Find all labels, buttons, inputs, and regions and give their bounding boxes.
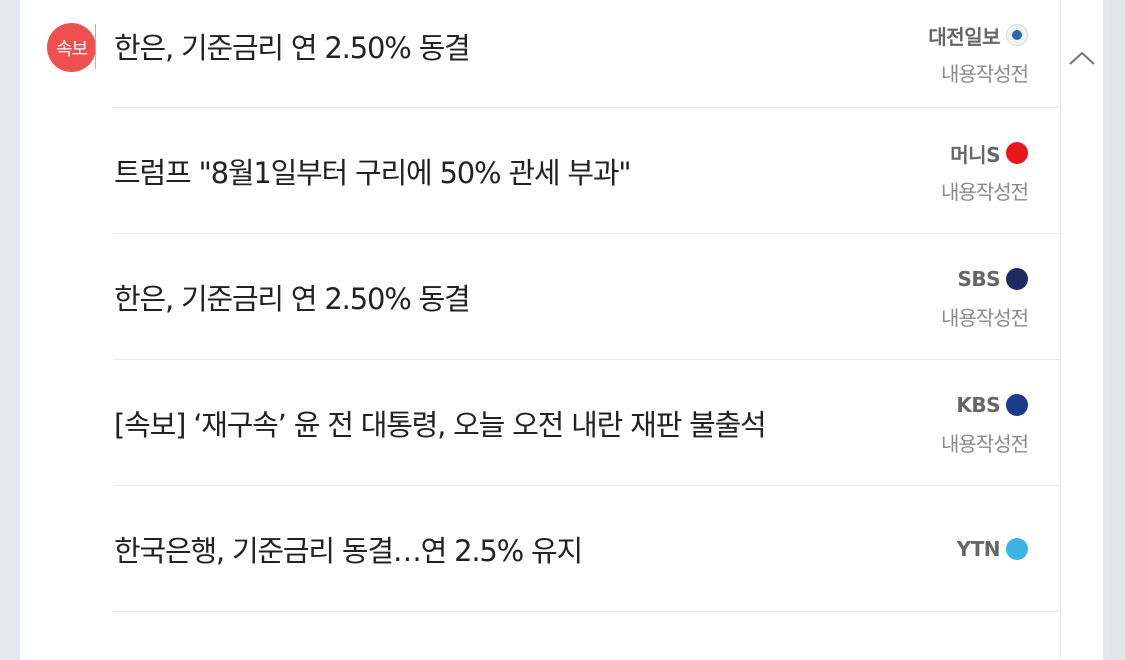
author-status: 내용작성전 — [941, 62, 1029, 86]
news-item[interactable]: 트럼프 "8월1일부터 구리에 50% 관세 부과" 머니S 내용작성전 — [20, 108, 1061, 234]
press-name[interactable]: 대전일보 — [928, 22, 1028, 49]
author-status: 내용작성전 — [941, 306, 1029, 330]
press-label: SBS — [957, 267, 1000, 291]
kbs-logo-icon — [1006, 394, 1028, 416]
badge-divider — [94, 24, 96, 69]
news-meta: YTN — [957, 536, 1028, 562]
press-label: 대전일보 — [928, 24, 1000, 49]
press-name[interactable]: 머니S — [941, 140, 1028, 167]
news-meta: 대전일보 내용작성전 — [928, 22, 1029, 86]
page-scroll-track[interactable] — [1110, 0, 1125, 660]
news-meta: KBS 내용작성전 — [941, 392, 1029, 456]
news-headline[interactable]: 한국은행, 기준금리 동결…연 2.5% 유지 — [114, 528, 583, 570]
moneys-logo-icon — [1006, 142, 1028, 164]
breaking-badge: 속보 — [47, 23, 96, 72]
ytn-logo-icon — [1006, 538, 1028, 560]
press-name[interactable]: KBS — [941, 392, 1028, 418]
news-item[interactable]: 한은, 기준금리 연 2.50% 동결 SBS 내용작성전 — [20, 234, 1061, 360]
daejeon-ilbo-logo-icon — [1006, 24, 1028, 46]
news-headline[interactable]: 한은, 기준금리 연 2.50% 동결 — [114, 276, 471, 318]
author-status: 내용작성전 — [941, 180, 1029, 204]
press-name[interactable]: SBS — [941, 266, 1028, 292]
news-item[interactable]: 한국은행, 기준금리 동결…연 2.5% 유지 YTN — [20, 486, 1061, 612]
press-label: 머니S — [950, 142, 1000, 167]
news-meta: SBS 내용작성전 — [941, 266, 1029, 330]
press-name[interactable]: YTN — [957, 536, 1028, 562]
press-label: YTN — [956, 537, 1001, 561]
news-list: 속보 한은, 기준금리 연 2.50% 동결 대전일보 내용작성전 트럼프 "8… — [20, 0, 1061, 612]
news-item[interactable]: [속보] ‘재구속’ 윤 전 대통령, 오늘 오전 내란 재판 불출석 KBS … — [20, 360, 1061, 486]
press-label: KBS — [956, 393, 1000, 417]
news-headline[interactable]: 트럼프 "8월1일부터 구리에 50% 관세 부과" — [114, 150, 632, 192]
news-headline[interactable]: 한은, 기준금리 연 2.50% 동결 — [114, 25, 471, 67]
news-column: 속보 한은, 기준금리 연 2.50% 동결 대전일보 내용작성전 트럼프 "8… — [20, 0, 1061, 660]
collapse-button[interactable] — [1061, 36, 1103, 80]
chevron-up-icon — [1069, 51, 1095, 65]
breaking-news-card: 속보 한은, 기준금리 연 2.50% 동결 대전일보 내용작성전 트럼프 "8… — [20, 0, 1103, 660]
news-headline[interactable]: [속보] ‘재구속’ 윤 전 대통령, 오늘 오전 내란 재판 불출석 — [114, 402, 767, 444]
author-status: 내용작성전 — [941, 432, 1029, 456]
news-item[interactable]: 속보 한은, 기준금리 연 2.50% 동결 대전일보 내용작성전 — [20, 0, 1061, 108]
sbs-logo-icon — [1006, 268, 1028, 290]
news-meta: 머니S 내용작성전 — [941, 140, 1029, 204]
